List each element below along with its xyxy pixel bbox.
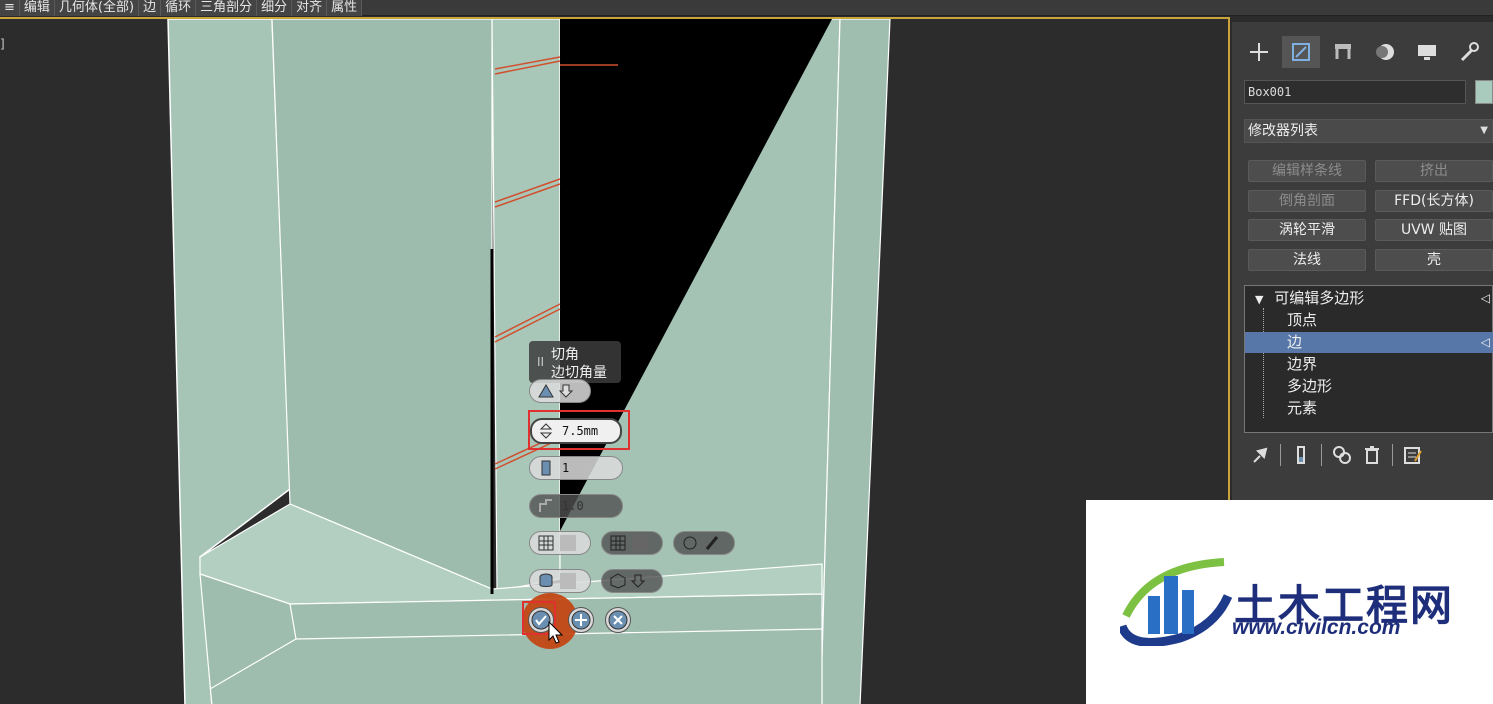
viewport-perspective[interactable]: ] II 切角 边切角量 7.5mm 1 1.0 bbox=[0, 17, 1230, 704]
mitter-type-dropdown[interactable] bbox=[601, 569, 663, 593]
modifier-bevel-profile-button[interactable]: 倒角剖面 bbox=[1248, 190, 1366, 212]
arrow-down-icon bbox=[558, 383, 574, 399]
checkbox-icon-2[interactable] bbox=[560, 573, 576, 589]
display-icon bbox=[1418, 45, 1436, 60]
checkbox-icon[interactable] bbox=[560, 535, 576, 551]
chamfer-type-dropdown[interactable] bbox=[529, 379, 591, 403]
segments-value[interactable]: 1 bbox=[562, 461, 569, 475]
show-end-result-icon[interactable] bbox=[1291, 445, 1311, 465]
smooth-icon bbox=[682, 535, 698, 551]
menu-item-tris[interactable]: 三角剖分 bbox=[196, 0, 258, 16]
caddy-grip-icon[interactable]: II bbox=[537, 355, 544, 369]
modifier-extrude-button[interactable]: 挤出 bbox=[1375, 160, 1493, 182]
menu-item-geometry-all[interactable]: 几何体(全部) bbox=[54, 0, 140, 16]
pin-stack-icon[interactable] bbox=[1250, 445, 1270, 465]
menu-item-loops[interactable]: 循环 bbox=[161, 0, 197, 16]
menu-item-properties[interactable]: 属性 bbox=[327, 0, 363, 16]
tab-motion[interactable] bbox=[1366, 36, 1404, 68]
tab-modify[interactable] bbox=[1282, 36, 1320, 68]
modifier-ffd-box-button[interactable]: FFD(长方体) bbox=[1375, 190, 1493, 212]
chevron-down-icon: ▼ bbox=[1480, 125, 1488, 136]
modifier-normal-button[interactable]: 法线 bbox=[1248, 249, 1366, 271]
toolbar-divider bbox=[1280, 444, 1281, 466]
radial-bias-toggle[interactable] bbox=[601, 531, 663, 555]
arrow-down-icon-2 bbox=[630, 573, 646, 589]
make-unique-icon[interactable] bbox=[1332, 445, 1352, 465]
toolbar-divider-3 bbox=[1392, 444, 1393, 466]
segments-field[interactable]: 1 bbox=[529, 456, 623, 480]
brush-icon bbox=[704, 535, 720, 551]
utilities-icon bbox=[1460, 42, 1479, 62]
segments-icon bbox=[538, 460, 554, 476]
stack-root-label: 可编辑多边形 bbox=[1274, 289, 1365, 307]
command-panel-tabs bbox=[1240, 36, 1488, 68]
modifier-list-label: 修改器列表 bbox=[1248, 123, 1318, 139]
triangle-left-icon: ◁ bbox=[1480, 291, 1490, 305]
menu-fragment: ≡ bbox=[0, 0, 20, 16]
hierarchy-icon bbox=[1335, 44, 1351, 59]
object-color-swatch[interactable] bbox=[1475, 80, 1493, 104]
configure-sets-icon[interactable] bbox=[1403, 445, 1423, 465]
modifier-turbosmooth-button[interactable]: 涡轮平滑 bbox=[1248, 219, 1366, 241]
tab-create[interactable] bbox=[1240, 36, 1278, 68]
smooth-toggle[interactable] bbox=[673, 531, 735, 555]
caddy-title: 切角 bbox=[551, 347, 579, 363]
tab-utilities[interactable] bbox=[1450, 36, 1488, 68]
mitter-icon bbox=[610, 573, 626, 589]
stack-item-edge[interactable]: 边 ◁ bbox=[1245, 332, 1493, 353]
cylinder-icon bbox=[538, 573, 554, 589]
modifier-list-dropdown[interactable]: 修改器列表 ▼ bbox=[1244, 119, 1493, 143]
create-icon bbox=[1250, 43, 1268, 61]
highlight-box-amount bbox=[528, 410, 630, 450]
tab-display[interactable] bbox=[1408, 36, 1446, 68]
tension-field[interactable]: 1.0 bbox=[529, 494, 623, 518]
tension-value[interactable]: 1.0 bbox=[562, 499, 584, 513]
modifier-edit-spline-button[interactable]: 编辑样条线 bbox=[1248, 160, 1366, 182]
stack-item-border[interactable]: 边界 bbox=[1245, 354, 1493, 375]
object-name-field[interactable]: Box001 bbox=[1244, 80, 1466, 104]
motion-icon bbox=[1376, 44, 1394, 60]
chamfer-type-icon bbox=[538, 383, 554, 399]
checkbox-dark-icon[interactable] bbox=[632, 535, 648, 551]
caddy-title-bar[interactable]: II 切角 边切角量 bbox=[529, 341, 621, 383]
menu-item-subdivide[interactable]: 细分 bbox=[257, 0, 293, 16]
menu-item-align[interactable]: 对齐 bbox=[292, 0, 328, 16]
stack-item-polygon[interactable]: 多边形 bbox=[1245, 376, 1493, 397]
stack-toolbar bbox=[1250, 444, 1423, 466]
menu-item-edges[interactable]: 边 bbox=[139, 0, 162, 16]
watermark-url: www.civilcn.com bbox=[1232, 616, 1401, 639]
open-chamfer-toggle[interactable] bbox=[529, 569, 591, 593]
toolbar-divider-2 bbox=[1321, 444, 1322, 466]
apply-button[interactable] bbox=[568, 607, 594, 633]
close-icon bbox=[608, 610, 628, 630]
plus-icon bbox=[571, 610, 591, 630]
civilcn-logo-icon bbox=[1120, 558, 1232, 646]
stack-item-element[interactable]: 元素 bbox=[1245, 398, 1493, 419]
menu-bar: ≡ 编辑 几何体(全部) 边 循环 三角剖分 细分 对齐 属性 bbox=[0, 0, 1493, 16]
menu-item-edit[interactable]: 编辑 bbox=[19, 0, 55, 16]
cancel-button[interactable] bbox=[605, 607, 631, 633]
expand-triangle-icon[interactable]: ▼ bbox=[1255, 293, 1263, 306]
grid-icon bbox=[538, 535, 554, 551]
modifier-uvw-map-button[interactable]: UVW 贴图 bbox=[1375, 219, 1493, 241]
end-bias-toggle[interactable] bbox=[529, 531, 591, 555]
grid-dark-icon bbox=[610, 535, 626, 551]
stack-item-edge-label: 边 bbox=[1287, 333, 1303, 351]
modify-icon bbox=[1292, 43, 1310, 61]
modifier-shell-button[interactable]: 壳 bbox=[1375, 249, 1493, 271]
watermark-logo: 土木工程网 www.civilcn.com bbox=[1086, 500, 1493, 704]
tab-hierarchy[interactable] bbox=[1324, 36, 1362, 68]
triangle-left-icon-2: ◁ bbox=[1480, 335, 1490, 349]
trash-icon[interactable] bbox=[1362, 445, 1382, 465]
tension-icon bbox=[538, 498, 554, 514]
modifier-stack: ▼ 可编辑多边形 ◁ 顶点 边 ◁ 边界 多边形 元素 bbox=[1244, 285, 1493, 433]
stack-item-vertex[interactable]: 顶点 bbox=[1245, 310, 1493, 331]
mouse-cursor-icon bbox=[548, 621, 564, 644]
cabinet-left-inner-wall bbox=[271, 19, 493, 590]
stack-item-editable-poly[interactable]: ▼ 可编辑多边形 ◁ bbox=[1245, 288, 1493, 309]
